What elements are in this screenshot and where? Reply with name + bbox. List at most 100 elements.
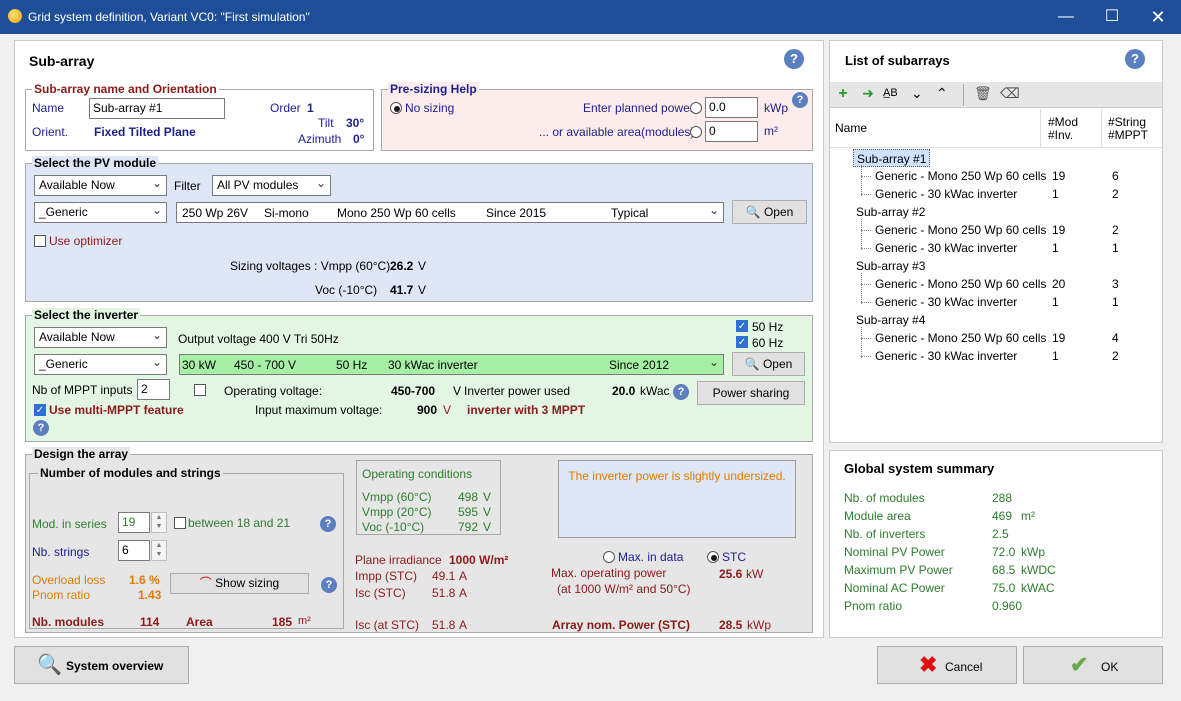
add-icon[interactable]: + — [834, 85, 852, 103]
pv-manufacturer-select[interactable]: _Generic ⌄ — [34, 202, 167, 223]
group-title: Sub-array name and Orientation — [32, 82, 219, 96]
tree-module-item[interactable]: Generic - Mono 250 Wp 60 cells — [875, 223, 1046, 237]
help-icon[interactable]: ? — [673, 384, 689, 400]
available-area-input[interactable]: 0 — [705, 121, 758, 142]
tree-module-item[interactable]: Generic - Mono 250 Wp 60 cells — [875, 169, 1046, 183]
nb-strings-input[interactable]: 6 — [118, 540, 150, 561]
pv-availability-select[interactable]: Available Now ⌄ — [34, 175, 167, 196]
summary-value: 75.0 — [992, 581, 1016, 595]
mppt-inputs-input[interactable]: 2 — [137, 379, 170, 400]
ok-button[interactable]: ✔ OK — [1023, 646, 1163, 684]
multi-mppt-checkbox[interactable]: ✓ — [34, 404, 46, 416]
planned-power-radio[interactable] — [690, 102, 702, 114]
help-icon[interactable]: ? — [321, 577, 337, 593]
opcond-unit: V — [483, 520, 492, 534]
summary-row: Pnom ratio 0.960 — [830, 597, 1162, 615]
no-sizing-radio[interactable] — [390, 102, 402, 114]
isc-at-stc-value: 51.8 — [432, 618, 456, 632]
show-sizing-button[interactable]: ⌒ Show sizing — [170, 573, 309, 594]
planned-power-input[interactable]: 0.0 — [705, 97, 758, 118]
operating-voltage-unit: V — [453, 384, 462, 398]
mod-in-series-spinner[interactable]: ▲ ▼ — [151, 512, 167, 533]
pv-open-button[interactable]: 🔍 Open — [732, 200, 807, 224]
help-icon[interactable]: ? — [320, 516, 336, 532]
delete-icon[interactable]: 🗑 — [974, 85, 992, 102]
tree-connector — [861, 219, 862, 250]
inverter-model-name: 30 kWac inverter — [388, 358, 478, 372]
max-in-data-label: Max. in data — [618, 550, 684, 564]
help-icon[interactable]: ? — [784, 49, 804, 69]
help-icon[interactable]: ? — [1125, 49, 1145, 69]
input-max-voltage-unit: V — [443, 403, 452, 417]
window-title: Grid system definition, Variant VC0: "Fi… — [28, 10, 310, 24]
summary-title: Global system summary — [844, 461, 995, 476]
inverter-open-button[interactable]: 🔍 Open — [732, 352, 805, 376]
opcond-value: 792 — [458, 520, 479, 534]
tilt-label: Tilt — [318, 116, 334, 130]
mppt-checkbox[interactable] — [194, 384, 206, 396]
tree-mppt-count: 2 — [1112, 349, 1119, 363]
input-max-voltage-label: Input maximum voltage: — [255, 403, 383, 417]
import-icon[interactable]: ➜ — [859, 85, 877, 103]
summary-label: Maximum PV Power — [844, 563, 953, 577]
help-icon[interactable]: ? — [33, 420, 49, 436]
summary-unit: kWp — [1021, 545, 1045, 559]
maximize-button[interactable]: ☐ — [1089, 0, 1135, 34]
nb-strings-spinner[interactable]: ▲ ▼ — [151, 540, 167, 561]
opcond-label: Vmpp (20°C) — [362, 505, 432, 519]
inverter-availability-select[interactable]: Available Now ⌄ — [34, 327, 167, 348]
pv-module-group: Select the PV module Available Now ⌄ Filt… — [25, 156, 813, 302]
tree-subarray-item[interactable]: Sub-array #3 — [853, 257, 928, 275]
isc-at-stc-label: Isc (at STC) — [355, 618, 420, 632]
help-icon[interactable]: ? — [792, 92, 808, 108]
tree-module-item[interactable]: Generic - Mono 250 Wp 60 cells — [875, 331, 1046, 345]
hz60-checkbox[interactable]: ✓ — [736, 336, 748, 348]
tree-subarray-item[interactable]: Sub-array #1 — [853, 149, 931, 167]
rename-icon[interactable]: A̲B — [883, 87, 898, 99]
available-area-radio[interactable] — [690, 126, 702, 138]
overload-loss-value: 1.6 % — [129, 573, 160, 587]
pv-availability-value: Available Now — [39, 178, 115, 192]
design-array-group: Design the array Number of modules and s… — [25, 447, 813, 633]
tree-module-item[interactable]: Generic - Mono 250 Wp 60 cells — [875, 277, 1046, 291]
tree-inverter-item[interactable]: Generic - 30 kWac inverter — [875, 187, 1017, 201]
tree-inverter-item[interactable]: Generic - 30 kWac inverter — [875, 349, 1017, 363]
tree-subarray-item[interactable]: Sub-array #4 — [853, 311, 928, 329]
inverter-model-select[interactable]: 30 kW 450 - 700 V 50 Hz 30 kWac inverter… — [179, 354, 724, 375]
tree-subarray-item[interactable]: Sub-array #2 — [853, 203, 928, 221]
move-down-icon[interactable]: ⌄ — [911, 85, 923, 102]
stc-radio[interactable] — [707, 551, 719, 563]
area-label: Area — [186, 615, 213, 629]
pv-filter-select[interactable]: All PV modules ⌄ — [212, 175, 331, 196]
group-title: Select the inverter — [32, 308, 141, 322]
system-overview-button[interactable]: 🔍 System overview — [14, 646, 189, 684]
nb-strings-label: Nb. strings — [32, 545, 90, 559]
close-button[interactable]: ✕ — [1135, 0, 1181, 34]
tree-inverter-item[interactable]: Generic - 30 kWac inverter — [875, 241, 1017, 255]
inverter-manufacturer-select[interactable]: _Generic ⌄ — [34, 354, 167, 375]
chevron-down-icon: ⌄ — [151, 176, 162, 190]
red-x-icon: ✖ — [919, 652, 938, 677]
use-optimizer-checkbox[interactable] — [34, 235, 46, 247]
order-label: Order — [270, 101, 301, 115]
column-divider — [1040, 109, 1041, 147]
pv-model-quality: Typical — [611, 206, 649, 220]
power-sharing-button[interactable]: Power sharing — [697, 381, 805, 405]
summary-label: Module area — [844, 509, 911, 523]
cancel-button[interactable]: ✖ Cancel — [877, 646, 1017, 684]
minimize-button[interactable]: — — [1043, 0, 1089, 34]
hz50-checkbox[interactable]: ✓ — [736, 320, 748, 332]
mod-in-series-input[interactable]: 19 — [118, 512, 150, 533]
tree-inverter-item[interactable]: Generic - 30 kWac inverter — [875, 295, 1017, 309]
move-up-icon[interactable]: ⌃ — [936, 85, 948, 102]
subarray-name-input[interactable]: Sub-array #1 — [89, 98, 225, 119]
between-checkbox[interactable] — [174, 517, 186, 529]
eraser-icon[interactable]: ⌫ — [1000, 85, 1020, 102]
tree-inv-count: 1 — [1052, 241, 1059, 255]
orient-value[interactable]: Fixed Tilted Plane — [94, 125, 196, 139]
pv-model-select[interactable]: 250 Wp 26V Si-mono Mono 250 Wp 60 cells … — [176, 202, 724, 223]
title-bar: Grid system definition, Variant VC0: "Fi… — [0, 0, 1181, 34]
max-in-data-radio[interactable] — [603, 551, 615, 563]
pnom-ratio-label: Pnom ratio — [32, 588, 91, 602]
voc-label: Voc (-10°C) — [315, 283, 378, 297]
